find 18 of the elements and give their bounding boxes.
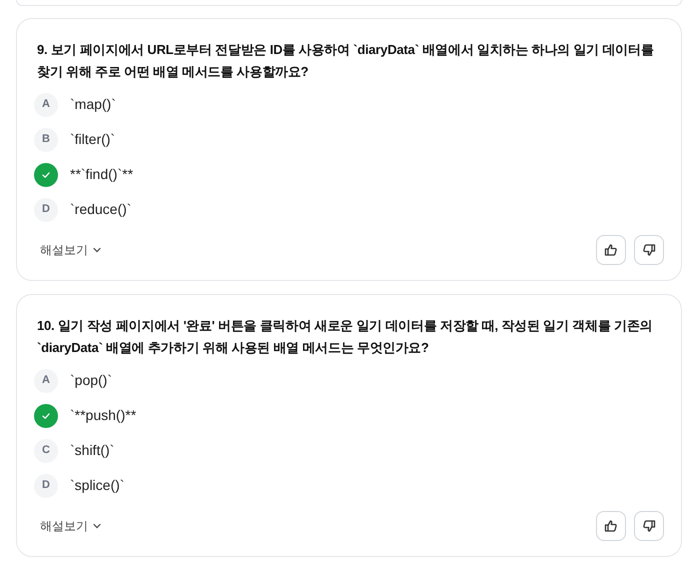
option-text: **`find()`**: [70, 165, 134, 184]
question-text: 10. 일기 작성 페이지에서 '완료' 버튼을 클릭하여 새로운 일기 데이터를 저장할 때, 작성된 일기 객체를 기존의 `diaryData` 배열에 추가하기 위해 사용된 배열 메서드는 무엇인가요?: [37, 317, 654, 357]
option-text: `reduce()`: [70, 200, 132, 219]
option-text: `**push()**: [70, 406, 136, 425]
question-text: 9. 보기 페이지에서 URL로부터 전달받은 ID를 사용하여 `diaryData` 배열에서 일치하는 하나의 일기 데이터를 찾기 위해 주로 어떤 배열 메서드를 사용할까요?: [37, 41, 655, 81]
explanation-toggle[interactable]: 해설보기: [37, 517, 102, 535]
explanation-toggle[interactable]: 해설보기: [37, 241, 102, 259]
option-text: `shift()`: [70, 441, 114, 460]
option-letter: A: [34, 368, 58, 392]
option-letter: A: [34, 92, 58, 116]
option-letter: D: [34, 198, 58, 222]
option-text: `pop()`: [70, 371, 112, 390]
option-letter: D: [34, 474, 58, 498]
option-text: `map()`: [70, 95, 116, 114]
option-letter: B: [34, 128, 58, 152]
option-letter: C: [34, 438, 58, 462]
option-text: `filter()`: [70, 130, 116, 149]
option-text: `splice()`: [70, 476, 124, 495]
